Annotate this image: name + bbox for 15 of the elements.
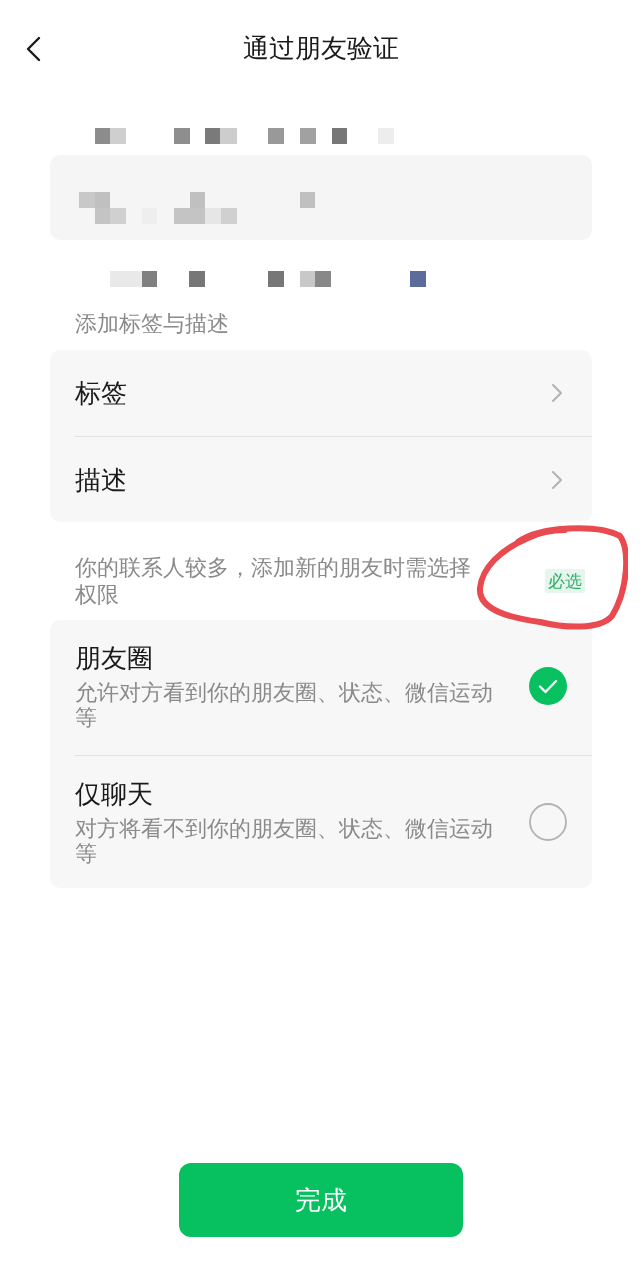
- section-heading: 添加标签与描述: [75, 311, 229, 336]
- option-description: 允许对方看到你的朋友圈、状态、微信运动等: [75, 680, 494, 730]
- check-circle-icon[interactable]: [529, 667, 567, 705]
- radio-circle-icon[interactable]: [529, 803, 567, 841]
- option-description: 对方将看不到你的朋友圈、状态、微信运动等: [75, 816, 494, 866]
- input-field[interactable]: [50, 155, 592, 240]
- permission-note: 你的联系人较多，添加新的朋友时需选择权限: [75, 554, 472, 608]
- list-item[interactable]: 标签: [75, 350, 592, 436]
- chevron-right-icon: [551, 469, 563, 490]
- required-badge: 必选: [545, 569, 585, 593]
- page-title: 通过朋友验证: [243, 32, 399, 64]
- list-item[interactable]: 描述: [75, 437, 592, 522]
- option-title: 朋友圈: [75, 642, 154, 674]
- chevron-right-icon: [551, 383, 563, 403]
- option-title: 仅聊天: [75, 778, 154, 810]
